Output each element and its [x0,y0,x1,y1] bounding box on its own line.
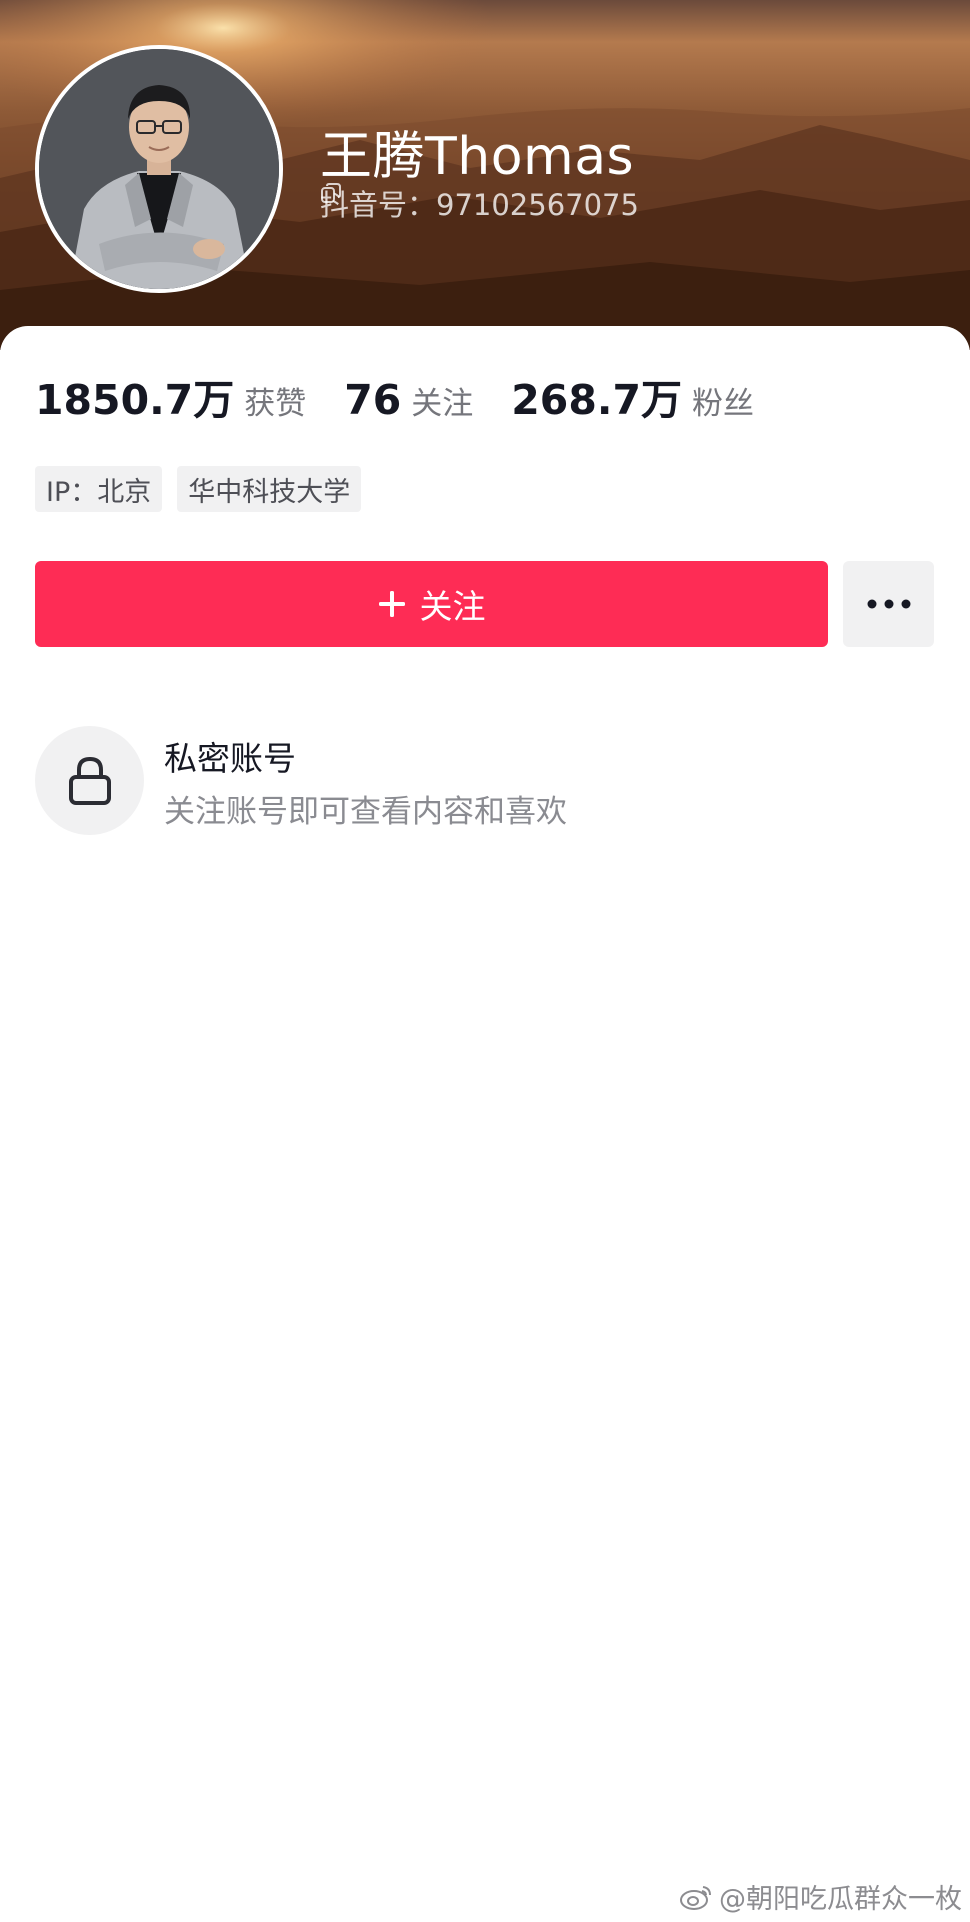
plus-icon [378,590,406,618]
user-photo [39,49,279,289]
display-name: 王腾Thomas [320,127,635,187]
watermark-text: @朝阳吃瓜群众一枚 [719,1884,962,1915]
lock-icon-container [35,726,144,835]
weibo-icon [679,1883,713,1911]
school-tag[interactable]: 华中科技大学 [177,466,362,512]
profile-page: 王腾Thomas 抖音号：97102567075 1850.7万 获赞 76 关… [0,0,970,1922]
follow-button[interactable]: 关注 [35,561,828,647]
private-account-description: 关注账号即可查看内容和喜欢 [164,794,567,830]
stat-followers[interactable]: 268.7万 粉丝 [511,366,754,426]
stat-value: 76 [344,376,402,424]
lock-icon [68,756,111,805]
stat-likes[interactable]: 1850.7万 获赞 [35,366,306,426]
weibo-watermark: @朝阳吃瓜群众一枚 [679,1877,962,1916]
stat-value: 1850.7万 [35,376,235,424]
avatar[interactable] [35,45,283,293]
stat-label: 获赞 [244,386,307,422]
profile-card: 1850.7万 获赞 76 关注 268.7万 粉丝 IP：北京 华中科技大学 [0,326,970,1922]
stat-label: 关注 [411,386,474,422]
follow-label: 关注 [419,587,486,626]
douyin-id-text: 抖音号：97102567075 [320,188,639,222]
more-icon [867,599,910,609]
stats-row: 1850.7万 获赞 76 关注 268.7万 粉丝 [35,366,792,426]
douyin-id[interactable]: 抖音号：97102567075 [320,182,649,224]
stat-value: 268.7万 [511,376,682,424]
profile-tags: IP：北京 华中科技大学 [35,466,376,512]
stat-label: 粉丝 [691,386,754,422]
ip-location-tag: IP：北京 [35,466,163,512]
more-button[interactable] [843,561,934,647]
private-account-title: 私密账号 [164,739,296,778]
profile-banner: 王腾Thomas 抖音号：97102567075 [0,0,970,350]
stat-following[interactable]: 76 关注 [344,376,473,424]
